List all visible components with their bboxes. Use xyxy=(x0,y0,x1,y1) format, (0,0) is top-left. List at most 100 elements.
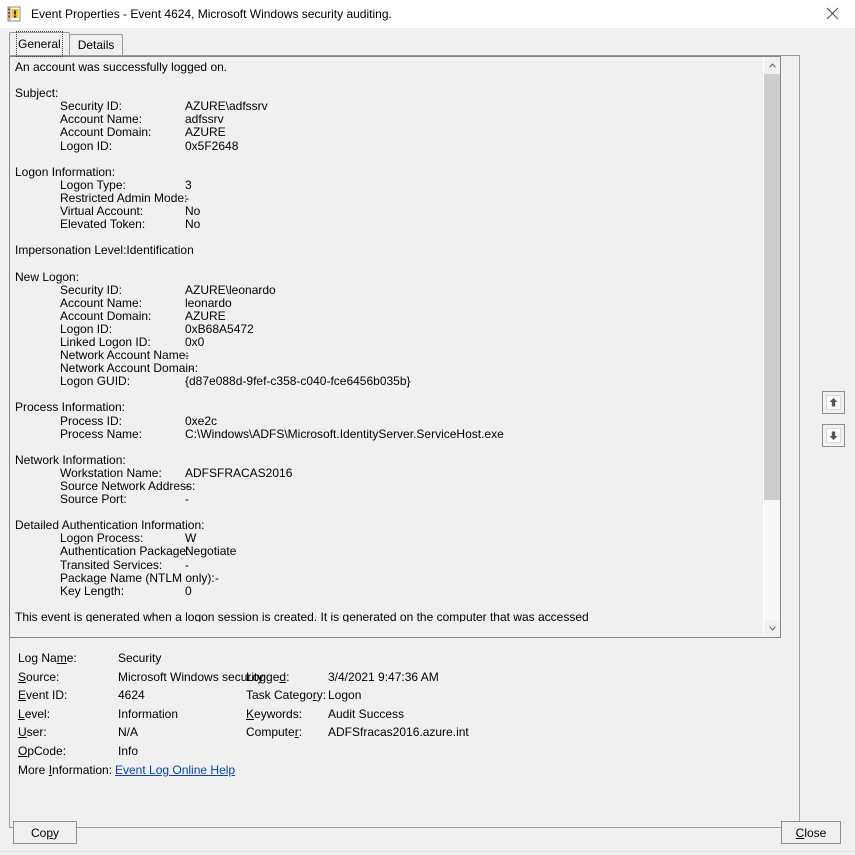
description-line: Source Network Address:- xyxy=(15,480,763,493)
metadata-row: Log Name: Security xyxy=(18,651,788,670)
description-line-value: leonardo xyxy=(185,296,232,310)
description-line: Account Name:leonardo xyxy=(15,297,763,310)
metadata-label: Source: xyxy=(18,670,59,684)
description-line-value: 0xB68A5472 xyxy=(185,322,254,336)
event-metadata-grid: Log Name: Security Source: Microsoft Window… xyxy=(18,651,788,762)
description-line-label: Logon ID: xyxy=(60,323,185,336)
description-line-label: Logon ID: xyxy=(60,140,185,153)
more-information-label: More Information: xyxy=(18,763,112,777)
next-event-button[interactable] xyxy=(822,424,845,447)
description-line xyxy=(15,598,763,611)
window-title: Event Properties - Event 4624, Microsoft… xyxy=(31,7,392,21)
description-line: Transited Services:- xyxy=(15,559,763,572)
close-icon[interactable] xyxy=(809,0,855,27)
description-line-value: - xyxy=(185,348,189,362)
description-line-label: Process Name: xyxy=(60,428,185,441)
tab-general[interactable]: General xyxy=(9,32,70,55)
description-line-value: adfssrv xyxy=(185,112,224,126)
description-line-value: {d87e088d-9fef-c358-c040-fce6456b035b} xyxy=(185,374,411,388)
event-navigation-buttons xyxy=(822,391,845,457)
description-line: Network Information: xyxy=(15,454,763,467)
description-line-label: Logon Information: xyxy=(15,166,115,179)
description-line: Logon ID:0xB68A5472 xyxy=(15,323,763,336)
description-line-value: ADFSFRACAS2016 xyxy=(185,466,292,480)
tab-details[interactable]: Details xyxy=(69,34,124,55)
description-line-value: AZURE\adfssrv xyxy=(185,99,268,113)
metadata-value: 4624 xyxy=(118,688,145,702)
metadata-value: ADFSfracas2016.azure.int xyxy=(328,725,469,739)
copy-button-label: Copy xyxy=(31,826,59,840)
metadata-row: Event ID:4624Task Category:Logon xyxy=(18,688,788,707)
description-line: Impersonation Level:Identification xyxy=(15,244,763,257)
event-description-box[interactable]: An account was successfully logged on. S… xyxy=(9,56,781,638)
copy-button[interactable]: Copy xyxy=(13,821,77,844)
previous-event-button[interactable] xyxy=(822,391,845,414)
metadata-value: Microsoft Windows security xyxy=(118,670,263,684)
metadata-row: Source: Microsoft Windows securityLogged:… xyxy=(18,670,788,689)
description-line: Authentication Package:Negotiate xyxy=(15,545,763,558)
description-line-label: Logon Type: xyxy=(60,179,185,192)
metadata-row: OpCode:Info xyxy=(18,744,788,763)
metadata-value: Security xyxy=(118,651,161,665)
description-line: Process Name:C:\Windows\ADFS\Microsoft.I… xyxy=(15,428,763,441)
description-line-label: Security ID: xyxy=(60,284,185,297)
description-line-value: AZURE xyxy=(185,125,226,139)
description-line: Security ID:AZURE\leonardo xyxy=(15,284,763,297)
description-line xyxy=(15,257,763,270)
description-line-label: New Logon: xyxy=(15,271,79,284)
description-line-value: - xyxy=(185,479,189,493)
tab-strip: General Details xyxy=(9,33,122,55)
description-line-label: Source Port: xyxy=(60,493,185,506)
event-log-online-help-link[interactable]: Event Log Online Help xyxy=(115,763,235,777)
metadata-value: Audit Success xyxy=(328,707,404,721)
description-line-label: Account Domain: xyxy=(60,126,185,139)
description-line-value: 3 xyxy=(185,178,192,192)
description-line-value: No xyxy=(185,204,200,218)
description-line-label: Logon GUID: xyxy=(60,375,185,388)
metadata-label: Log Name: xyxy=(18,651,77,665)
scrollbar-thumb[interactable] xyxy=(764,74,781,500)
description-line: Logon ID:0x5F2648 xyxy=(15,140,763,153)
description-line xyxy=(15,388,763,401)
description-line xyxy=(15,74,763,87)
description-line-label: Elevated Token: xyxy=(60,218,185,231)
arrow-up-icon xyxy=(826,395,841,410)
description-line-value: No xyxy=(185,217,200,231)
description-line: Source Port:- xyxy=(15,493,763,506)
scrollbar-track[interactable] xyxy=(764,74,781,620)
description-line: Elevated Token:No xyxy=(15,218,763,231)
metadata-label: Logged: xyxy=(246,670,289,684)
metadata-label: Event ID: xyxy=(18,688,67,702)
scroll-down-icon[interactable] xyxy=(764,620,781,637)
description-line-label: Package Name (NTLM only): xyxy=(60,572,215,585)
metadata-label: OpCode: xyxy=(18,744,66,758)
metadata-value: N/A xyxy=(118,725,138,739)
description-line-label: An account was successfully logged on. xyxy=(15,61,227,74)
description-line: Key Length:0 xyxy=(15,585,763,598)
description-line-label: Process ID: xyxy=(60,415,185,428)
description-line: Logon GUID:{d87e088d-9fef-c358-c040-fce6… xyxy=(15,375,763,388)
metadata-label: Level: xyxy=(18,707,50,721)
metadata-label: Task Category: xyxy=(246,688,326,702)
description-line: New Logon: xyxy=(15,271,763,284)
description-line-label: Process Information: xyxy=(15,401,125,414)
metadata-row: Level:InformationKeywords:Audit Success xyxy=(18,707,788,726)
description-line-label: Network Information: xyxy=(15,454,126,467)
description-line xyxy=(15,153,763,166)
description-line-value: Negotiate xyxy=(185,544,236,558)
description-line-label: Account Name: xyxy=(60,297,185,310)
description-line-value: AZURE\leonardo xyxy=(185,283,276,297)
description-line: Logon Type:3 xyxy=(15,179,763,192)
description-line: Package Name (NTLM only):- xyxy=(15,572,763,585)
metadata-value: Information xyxy=(118,707,178,721)
scroll-up-icon[interactable] xyxy=(764,57,781,74)
close-button[interactable]: Close xyxy=(781,821,841,844)
description-line-value: 0xe2c xyxy=(185,414,217,428)
description-line-value: 0x5F2648 xyxy=(185,139,238,153)
description-line-value: 0 xyxy=(185,584,192,598)
tab-general-label: General xyxy=(18,33,61,55)
description-scrollbar[interactable] xyxy=(763,57,780,637)
description-line-value: - xyxy=(215,571,219,585)
description-line-value: AZURE xyxy=(185,309,226,323)
description-line-label: This event is generated when a logon ses… xyxy=(15,611,589,622)
